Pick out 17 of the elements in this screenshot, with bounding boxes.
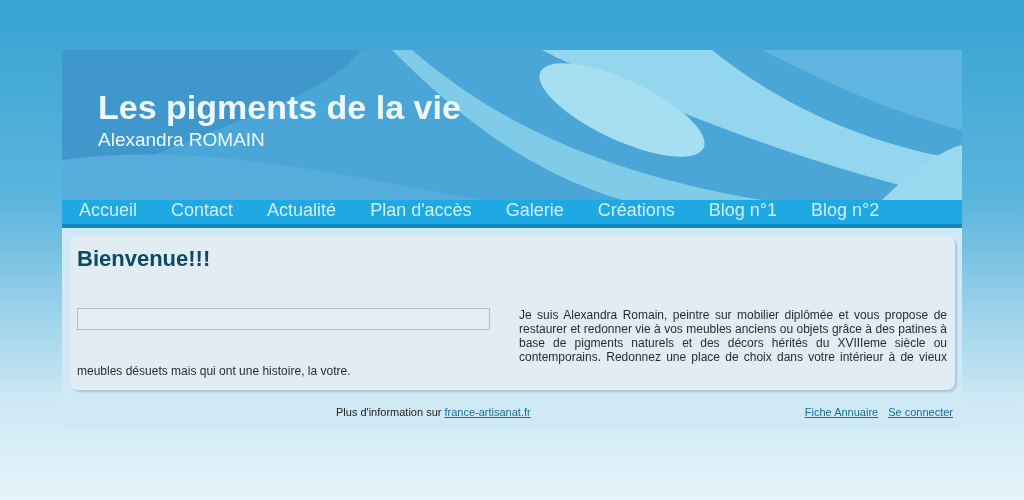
nav-link[interactable]: Galerie: [505, 196, 564, 220]
nav-link[interactable]: Blog n°2: [810, 196, 880, 220]
intro-paragraph: Je suis Alexandra Romain, peintre sur mobilier diplômée et vous propose de restaurer et redonner vie à vos meubles anciens ou objets grâce à des patines à base de pigments naturels et des décors hérités du XVIIIeme siècle ou contemporains. Redonnez une place de choix dans votre intérieur à de vieux: [519, 308, 947, 364]
nav-link[interactable]: Blog n°1: [708, 196, 777, 220]
nav-link[interactable]: Actualité: [267, 196, 337, 220]
footer-link[interactable]: Se connecter: [888, 406, 953, 418]
site-subtitle: Alexandra ROMAIN: [98, 129, 265, 151]
nav-link[interactable]: Créations: [597, 196, 675, 220]
site-link[interactable]: france-artisanat.fr: [444, 406, 531, 418]
page-heading: Bienvenue!!!: [77, 246, 211, 272]
info-text: Plus d'information sur france-artisanat.fr: [336, 406, 531, 418]
site-title: Les pigments de la vie: [98, 88, 461, 127]
nav-link[interactable]: Contact: [171, 196, 234, 220]
nav-link[interactable]: Accueil: [79, 196, 138, 220]
footer-link[interactable]: Fiche Annuaire: [804, 406, 879, 418]
nav-link[interactable]: Plan d'accès: [370, 196, 472, 220]
intro-paragraph-end: meubles désuets mais qui ont une histoire, la votre.: [77, 364, 351, 378]
